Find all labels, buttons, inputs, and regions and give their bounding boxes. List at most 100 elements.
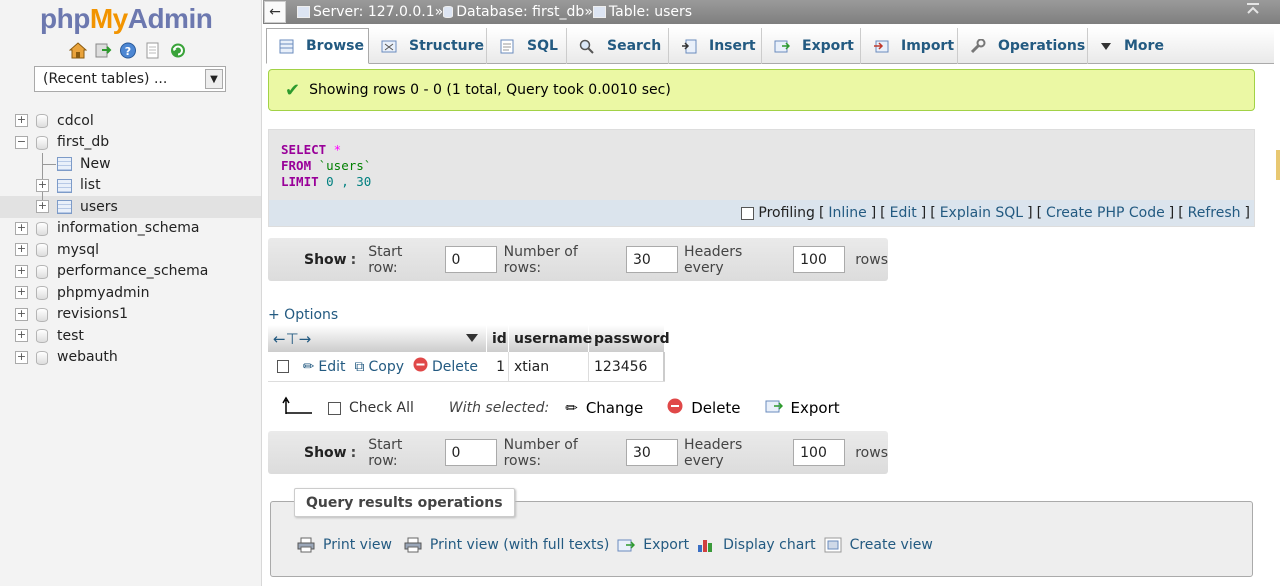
tree-db-label[interactable]: mysql xyxy=(57,242,99,258)
expand-icon[interactable]: + xyxy=(36,200,49,213)
cell-id[interactable]: 1 xyxy=(487,352,509,381)
column-header-password[interactable]: password xyxy=(589,325,670,352)
expand-icon[interactable]: + xyxy=(15,264,28,278)
sort-dropdown-icon[interactable] xyxy=(466,331,478,347)
delete-row-button[interactable]: Delete xyxy=(413,357,478,376)
tab-export[interactable]: Export xyxy=(762,28,861,64)
tree-db-label[interactable]: cdcol xyxy=(57,113,94,129)
collapse-topbar-icon[interactable] xyxy=(1246,3,1260,19)
column-header-username[interactable]: username xyxy=(509,325,592,352)
copy-row-button[interactable]: ⧉ Copy xyxy=(354,359,404,375)
row-checkbox[interactable] xyxy=(277,360,289,373)
tree-db-revisions1[interactable]: + revisions1 xyxy=(0,304,261,326)
tree-table-users[interactable]: + users xyxy=(0,196,261,218)
database-icon xyxy=(36,221,48,236)
tab-search[interactable]: Search xyxy=(567,28,669,64)
tree-db-label[interactable]: performance_schema xyxy=(57,263,208,279)
tree-db-cdcol[interactable]: + cdcol xyxy=(0,110,261,132)
tab-insert[interactable]: Insert xyxy=(669,28,762,64)
tree-table-label[interactable]: users xyxy=(80,199,118,215)
column-controls-header: ←⊤→ xyxy=(268,325,487,352)
back-arrow-icon[interactable]: ← xyxy=(264,1,286,23)
create-view-link[interactable]: Create view xyxy=(824,537,933,553)
column-header-id[interactable]: id xyxy=(487,325,509,352)
expand-icon[interactable]: + xyxy=(15,114,28,127)
breadcrumb-server[interactable]: Server: 127.0.0.1 xyxy=(297,4,435,20)
number-of-rows-input[interactable]: 30 xyxy=(625,439,679,466)
bulk-export-button[interactable]: Export xyxy=(765,399,840,418)
cell-password[interactable]: 123456 xyxy=(589,352,665,381)
breadcrumb-table[interactable]: Table: users xyxy=(592,4,692,20)
tab-sql[interactable]: SQL xyxy=(487,28,567,64)
expand-icon[interactable]: + xyxy=(15,350,28,364)
tree-db-label[interactable]: phpmyadmin xyxy=(57,285,149,301)
expand-icon[interactable]: + xyxy=(15,329,28,342)
expand-icon[interactable]: + xyxy=(36,178,49,192)
headers-every-input[interactable]: 100 xyxy=(793,246,846,273)
tab-operations[interactable]: Operations xyxy=(958,28,1088,64)
tree-db-label[interactable]: first_db xyxy=(57,134,109,150)
help-icon[interactable]: ? xyxy=(118,41,137,60)
options-toggle-link[interactable]: + Options xyxy=(268,307,338,323)
print-view-link[interactable]: Print view xyxy=(297,537,392,553)
tree-db-label[interactable]: revisions1 xyxy=(57,306,128,322)
edit-query-link[interactable]: Edit xyxy=(890,205,917,221)
start-row-label: Start row: xyxy=(368,243,403,276)
tree-db-phpmyadmin[interactable]: + phpmyadmin xyxy=(0,282,261,304)
tab-import[interactable]: Import xyxy=(861,28,958,64)
tree-db-performance_schema[interactable]: + performance_schema xyxy=(0,261,261,283)
phpmyadmin-logo[interactable]: phpMyAdmin xyxy=(40,3,213,35)
tree-db-label[interactable]: webauth xyxy=(57,349,118,365)
create-php-code-link[interactable]: Create PHP Code xyxy=(1046,205,1165,221)
tree-db-first_db[interactable]: − first_db xyxy=(0,132,261,154)
tab-browse[interactable]: Browse xyxy=(266,28,369,64)
show-button[interactable]: Show xyxy=(304,445,347,461)
tree-db-label[interactable]: test xyxy=(57,328,84,344)
tree-table-label[interactable]: list xyxy=(80,177,101,193)
logout-icon[interactable] xyxy=(93,41,112,60)
page-scrollbar-marker[interactable] xyxy=(1276,150,1280,180)
expand-icon[interactable]: + xyxy=(15,286,28,299)
tree-db-information_schema[interactable]: + information_schema xyxy=(0,218,261,240)
export-results-link[interactable]: Export xyxy=(617,537,689,553)
headers-every-input[interactable]: 100 xyxy=(793,439,846,466)
display-chart-link[interactable]: Display chart xyxy=(697,537,816,553)
number-of-rows-input[interactable]: 30 xyxy=(625,246,679,273)
tree-db-test[interactable]: + test xyxy=(0,325,261,347)
home-icon[interactable] xyxy=(68,41,87,60)
expand-icon[interactable]: + xyxy=(15,307,28,321)
bulk-delete-button[interactable]: Delete xyxy=(667,398,741,418)
profiling-checkbox[interactable] xyxy=(741,206,755,220)
expand-icon[interactable]: + xyxy=(15,221,28,235)
start-row-input[interactable]: 0 xyxy=(444,246,497,273)
show-button[interactable]: Show xyxy=(304,252,347,268)
documentation-icon[interactable] xyxy=(143,41,162,60)
edit-row-button[interactable]: ✏ Edit xyxy=(303,359,346,375)
tree-db-webauth[interactable]: + webauth xyxy=(0,347,261,369)
expand-icon[interactable]: + xyxy=(15,243,28,256)
start-row-input[interactable]: 0 xyxy=(444,439,497,466)
check-all-label[interactable]: Check All xyxy=(349,400,414,416)
recent-tables-select[interactable]: (Recent tables) ... ▼ xyxy=(34,66,226,92)
tab-more[interactable]: More xyxy=(1088,28,1173,64)
check-all-checkbox[interactable] xyxy=(328,401,341,415)
print-view-full-link[interactable]: Print view (with full texts) xyxy=(404,537,609,553)
explain-sql-link[interactable]: Explain SQL xyxy=(940,205,1023,221)
tree-table-label[interactable]: New xyxy=(80,156,111,172)
tree-db-label[interactable]: information_schema xyxy=(57,220,200,236)
cell-username[interactable]: xtian xyxy=(509,352,589,381)
sql-query-text[interactable]: SELECT * FROM `users` LIMIT 0 , 30 xyxy=(281,142,371,190)
chevron-down-icon[interactable]: ▼ xyxy=(205,69,223,89)
resize-columns-icon[interactable]: ←⊤→ xyxy=(273,330,311,348)
bulk-change-button[interactable]: ✏ Change xyxy=(565,399,643,417)
inline-edit-link[interactable]: Inline xyxy=(828,205,866,221)
tree-table-new[interactable]: New xyxy=(0,153,261,175)
printer-icon xyxy=(404,537,422,553)
breadcrumb-database[interactable]: Database: first_db xyxy=(443,4,584,20)
tree-db-mysql[interactable]: + mysql xyxy=(0,239,261,261)
refresh-link[interactable]: Refresh xyxy=(1188,205,1241,221)
reload-icon[interactable] xyxy=(168,41,187,60)
collapse-icon[interactable]: − xyxy=(15,135,28,149)
tree-table-list[interactable]: + list xyxy=(0,174,261,197)
tab-structure[interactable]: Structure xyxy=(369,28,487,64)
